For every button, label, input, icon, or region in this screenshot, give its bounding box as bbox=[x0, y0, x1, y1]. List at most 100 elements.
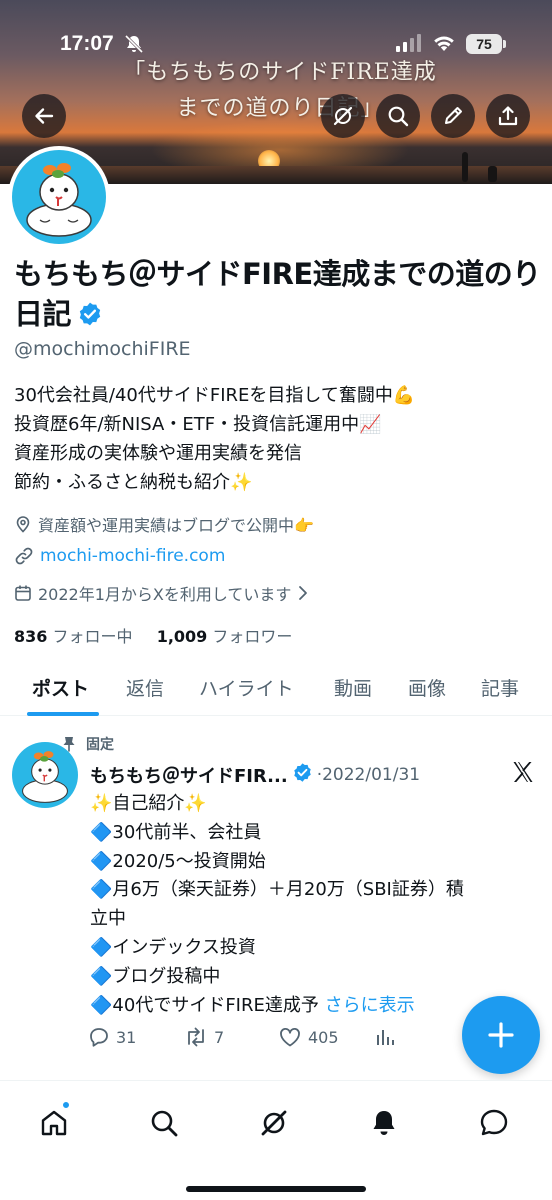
analytics-icon bbox=[377, 1030, 394, 1045]
nav-home[interactable] bbox=[34, 1103, 74, 1143]
tweet-text[interactable]: ✨自己紹介✨ 🔷30代前半、会社員 🔷2020/5〜投資開始 🔷月6万（楽天証券… bbox=[90, 790, 530, 1020]
reply-button[interactable]: 31 bbox=[88, 1026, 136, 1048]
followers-link[interactable]: 1,009 フォロワー bbox=[157, 627, 293, 646]
edit-button[interactable] bbox=[431, 94, 475, 138]
tweet-actions: 31 7 405 bbox=[88, 1026, 408, 1054]
chat-bubble-icon bbox=[480, 1109, 508, 1136]
retweet-count: 7 bbox=[214, 1027, 225, 1047]
tab-replies[interactable]: 返信 bbox=[126, 674, 164, 701]
chevron-right-icon bbox=[299, 586, 308, 600]
tweet-line: 🔷40代でサイドFIRE達成予 bbox=[90, 994, 319, 1016]
nav-search[interactable] bbox=[144, 1103, 184, 1143]
following-link[interactable]: 836 フォロー中 bbox=[14, 627, 133, 646]
arrow-left-icon bbox=[35, 108, 54, 124]
tweet-header: もちもち＠サイドFIR... · 2022/01/31 bbox=[90, 762, 420, 788]
nav-grok[interactable] bbox=[254, 1103, 294, 1143]
calendar-icon bbox=[15, 585, 31, 601]
reply-icon bbox=[90, 1028, 108, 1047]
search-icon bbox=[151, 1110, 178, 1137]
following-count: 836 bbox=[14, 627, 48, 646]
website-link[interactable]: mochi-mochi-fire.com bbox=[40, 546, 225, 566]
bio-line: 資産形成の実体験や運用実績を発信 bbox=[14, 443, 302, 464]
silent-mode-icon bbox=[124, 34, 144, 58]
reply-count: 31 bbox=[116, 1027, 137, 1047]
tweet-author-name[interactable]: もちもち＠サイドFIR... bbox=[90, 762, 288, 788]
profile-joined[interactable]: 2022年1月からXを利用しています bbox=[14, 581, 309, 605]
profile-website[interactable]: mochi-mochi-fire.com bbox=[14, 546, 225, 566]
like-count: 405 bbox=[308, 1027, 339, 1047]
grok-icon bbox=[333, 106, 353, 126]
mochi-character-image bbox=[12, 150, 106, 244]
share-icon bbox=[498, 106, 518, 126]
x-logo-icon bbox=[511, 760, 535, 788]
home-icon bbox=[41, 1110, 67, 1136]
home-indicator bbox=[186, 1186, 366, 1192]
tweet-line: 🔷ブログ投稿中 bbox=[90, 965, 221, 987]
bell-icon bbox=[373, 1111, 395, 1135]
like-button[interactable]: 405 bbox=[278, 1026, 339, 1048]
search-profile-button[interactable] bbox=[376, 94, 420, 138]
analytics-button[interactable] bbox=[374, 1026, 402, 1048]
tweet-line: ✨自己紹介✨ bbox=[90, 793, 207, 814]
retweet-button[interactable]: 7 bbox=[184, 1026, 224, 1048]
share-button[interactable] bbox=[486, 94, 530, 138]
pinned-indicator: 固定 bbox=[62, 734, 114, 754]
compose-button[interactable] bbox=[462, 996, 540, 1074]
location-pin-icon bbox=[16, 516, 30, 533]
nav-messages[interactable] bbox=[474, 1103, 514, 1143]
bio-line: 節約・ふるさと納税も紹介✨ bbox=[14, 472, 253, 493]
pencil-icon bbox=[445, 107, 462, 124]
profile-avatar[interactable] bbox=[8, 146, 110, 248]
mochi-character-image bbox=[22, 751, 68, 803]
tweet-line-last: 🔷40代でサイドFIRE達成予 さらに表示 bbox=[90, 992, 530, 1021]
grok-icon bbox=[261, 1110, 287, 1136]
search-icon bbox=[388, 106, 409, 127]
tab-images[interactable]: 画像 bbox=[408, 674, 446, 701]
profile-bio: 30代会社員/40代サイドFIREを目指して奮闘中💪 投資歴6年/新NISA・E… bbox=[14, 381, 544, 497]
tweet-line: 🔷30代前半、会社員 bbox=[90, 821, 262, 843]
tweet-line: 🔷インデックス投資 bbox=[90, 936, 256, 958]
tab-videos[interactable]: 動画 bbox=[334, 674, 372, 701]
followers-label: フォロワー bbox=[212, 627, 293, 646]
retweet-icon bbox=[188, 1027, 204, 1047]
tweet-author-avatar[interactable] bbox=[12, 742, 78, 808]
followers-count: 1,009 bbox=[156, 627, 208, 646]
tab-highlights[interactable]: ハイライト bbox=[199, 674, 294, 701]
verified-badge-icon[interactable] bbox=[292, 762, 313, 788]
following-label: フォロー中 bbox=[52, 627, 133, 646]
banner-caption-line1: 「もちもちのサイドFIRE達成 bbox=[123, 60, 437, 85]
active-tab-indicator bbox=[27, 712, 99, 716]
tab-posts[interactable]: ポスト bbox=[32, 674, 89, 701]
silhouette-person bbox=[488, 166, 497, 182]
bottom-navigation bbox=[0, 1080, 552, 1200]
back-button[interactable] bbox=[22, 94, 66, 138]
heart-icon bbox=[280, 1027, 300, 1047]
joined-text: 2022年1月からXを利用しています bbox=[38, 585, 292, 604]
profile-location: 資産額や運用実績はブログで公開中👉 bbox=[14, 512, 314, 536]
profile-handle: @mochimochiFIRE bbox=[14, 338, 191, 360]
status-bar: 17:07 75 bbox=[0, 0, 552, 55]
cellular-signal-icon bbox=[396, 34, 422, 56]
tab-articles[interactable]: 記事 bbox=[481, 674, 519, 701]
tweet-line: 🔷月6万（楽天証券）＋月20万（SBI証券）積 bbox=[90, 879, 464, 901]
plus-icon bbox=[488, 1022, 514, 1048]
location-text: 資産額や運用実績はブログで公開中👉 bbox=[38, 516, 314, 535]
verified-badge-icon[interactable] bbox=[77, 297, 103, 337]
profile-tabs: ポスト 返信 ハイライト 動画 画像 記事 bbox=[0, 660, 552, 716]
battery-indicator: 75 bbox=[466, 34, 502, 54]
bio-line: 投資歴6年/新NISA・ETF・投資信託運用中📈 bbox=[14, 414, 382, 435]
bio-line: 30代会社員/40代サイドFIREを目指して奮闘中💪 bbox=[14, 385, 416, 406]
profile-name: もちもち＠サイドFIRE達成までの道のり日記 bbox=[14, 254, 544, 337]
show-more-link[interactable]: さらに表示 bbox=[325, 995, 415, 1016]
tweet-line: 🔷2020/5〜投資開始 bbox=[90, 850, 266, 872]
status-time: 17:07 bbox=[60, 32, 114, 55]
nav-notifications[interactable] bbox=[364, 1103, 404, 1143]
tweet-line: 立中 bbox=[90, 908, 126, 930]
follow-stats: 836 フォロー中 1,009 フォロワー bbox=[14, 623, 292, 647]
link-icon bbox=[15, 547, 33, 565]
wifi-icon bbox=[432, 33, 456, 56]
notification-dot bbox=[62, 1101, 70, 1109]
tweet-date[interactable]: 2022/01/31 bbox=[322, 765, 420, 785]
grok-button[interactable] bbox=[321, 94, 365, 138]
silhouette-person bbox=[462, 152, 468, 182]
